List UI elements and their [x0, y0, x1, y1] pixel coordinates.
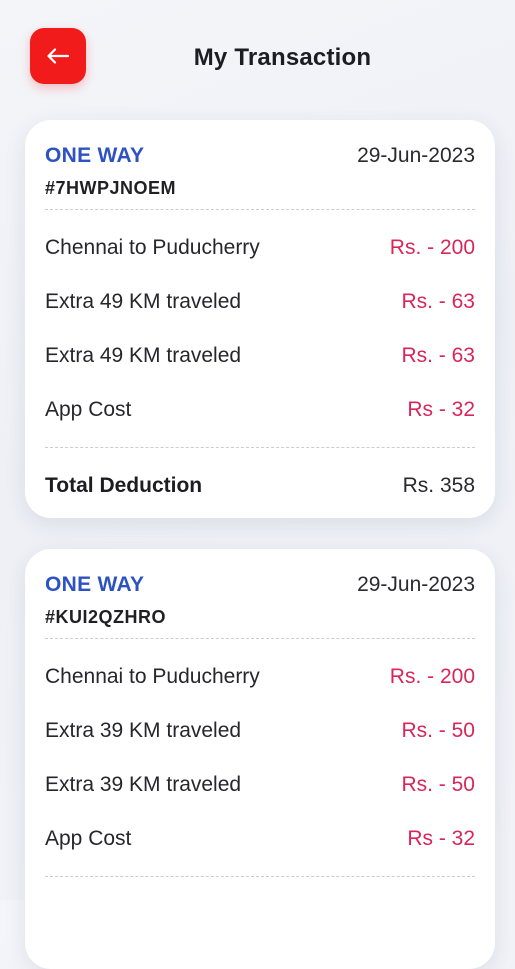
transaction-card[interactable]: ONE WAY 29-Jun-2023 #7HWPJNOEM Chennai t… — [25, 120, 495, 518]
transaction-date: 29-Jun-2023 — [357, 144, 475, 167]
line-item: Extra 49 KM traveled Rs. - 63 — [45, 275, 475, 329]
page-title: My Transaction — [193, 44, 372, 71]
line-item: Extra 49 KM traveled Rs. - 63 — [45, 329, 475, 383]
line-item-amount: Rs - 32 — [407, 827, 475, 850]
line-item: App Cost Rs - 32 — [45, 383, 475, 437]
transaction-card[interactable]: ONE WAY 29-Jun-2023 #KUI2QZHRO Chennai t… — [25, 549, 495, 969]
line-item-label: App Cost — [45, 398, 132, 421]
line-item: Chennai to Puducherry Rs. - 200 — [45, 221, 475, 275]
divider — [45, 876, 475, 877]
transaction-date: 29-Jun-2023 — [357, 573, 475, 596]
line-items: Chennai to Puducherry Rs. - 200 Extra 39… — [45, 639, 475, 866]
line-item-label: Chennai to Puducherry — [45, 665, 260, 688]
line-item-amount: Rs. - 50 — [401, 773, 475, 796]
booking-id: #KUI2QZHRO — [45, 607, 167, 627]
line-item-amount: Rs. - 50 — [401, 719, 475, 742]
card-header-row: ONE WAY 29-Jun-2023 — [45, 120, 475, 168]
line-items: Chennai to Puducherry Rs. - 200 Extra 49… — [45, 210, 475, 437]
total-label: Total Deduction — [45, 474, 203, 497]
line-item-amount: Rs - 32 — [407, 398, 475, 421]
line-item-amount: Rs. - 200 — [389, 236, 475, 259]
line-item-label: Extra 39 KM traveled — [45, 719, 242, 742]
app-header: My Transaction — [0, 0, 515, 115]
booking-id: #7HWPJNOEM — [45, 178, 177, 198]
line-item-amount: Rs. - 200 — [389, 665, 475, 688]
trip-type-label: ONE WAY — [45, 144, 145, 167]
card-header-row: ONE WAY 29-Jun-2023 — [45, 549, 475, 597]
line-item: Extra 39 KM traveled Rs. - 50 — [45, 758, 475, 812]
line-item-label: Chennai to Puducherry — [45, 236, 260, 259]
total-row: Total Deduction Rs. 358 — [45, 448, 475, 524]
line-item-label: Extra 39 KM traveled — [45, 773, 242, 796]
line-item-label: App Cost — [45, 827, 132, 850]
line-item-label: Extra 49 KM traveled — [45, 344, 242, 367]
line-item: Extra 39 KM traveled Rs. - 50 — [45, 704, 475, 758]
trip-type-label: ONE WAY — [45, 573, 145, 596]
line-item: Chennai to Puducherry Rs. - 200 — [45, 650, 475, 704]
total-amount: Rs. 358 — [402, 474, 475, 497]
line-item-amount: Rs. - 63 — [401, 290, 475, 313]
line-item-amount: Rs. - 63 — [401, 344, 475, 367]
line-item-label: Extra 49 KM traveled — [45, 290, 242, 313]
line-item: App Cost Rs - 32 — [45, 812, 475, 866]
